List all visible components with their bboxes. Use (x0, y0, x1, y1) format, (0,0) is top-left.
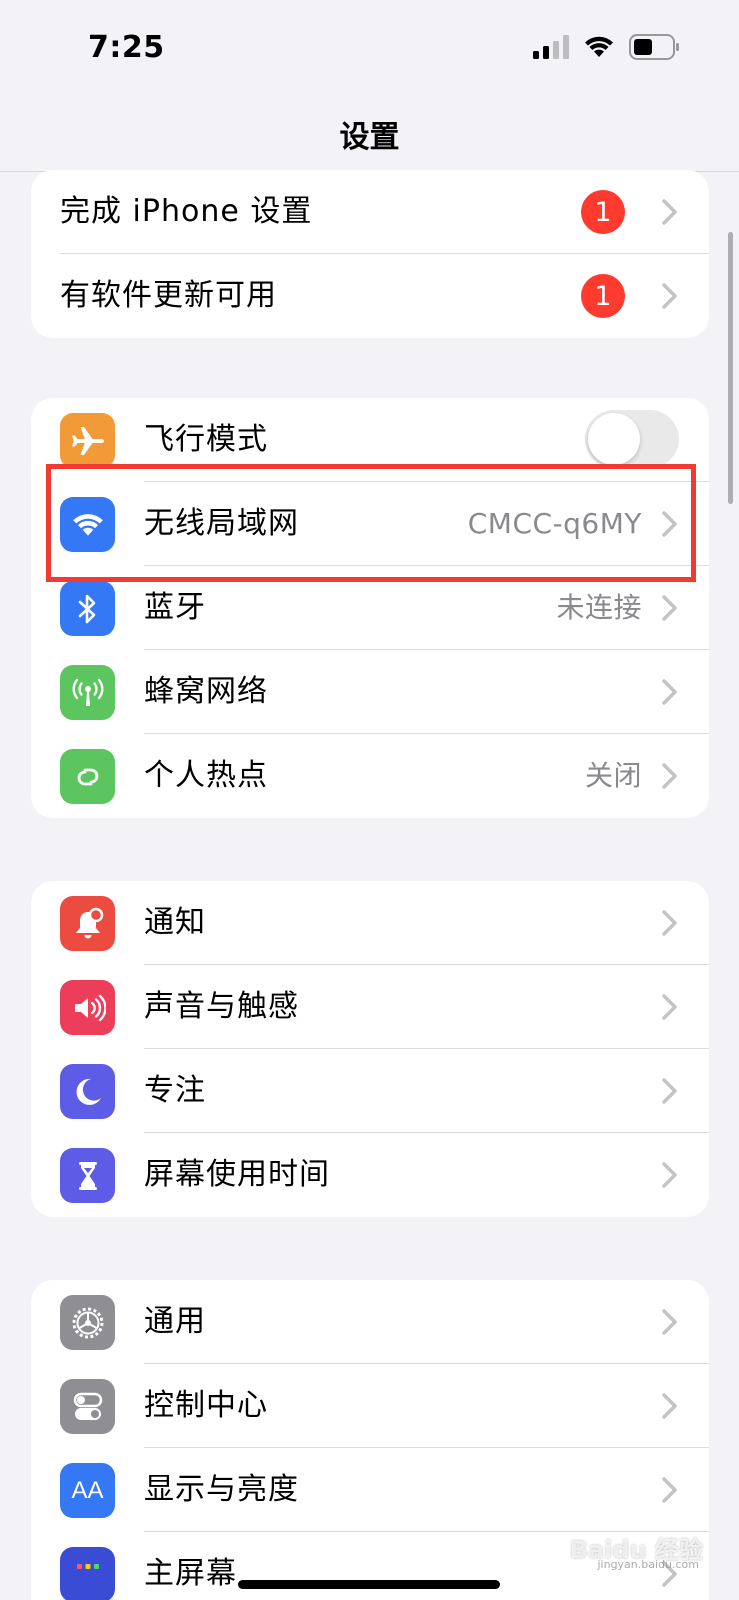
chevron-right-icon (662, 1477, 677, 1503)
row-label: 有软件更新可用 (60, 278, 277, 313)
chevron-right-icon (662, 1309, 677, 1335)
finish-iphone-setup-row[interactable]: 完成 iPhone 设置 1 (31, 170, 709, 254)
chevron-right-icon (662, 595, 677, 621)
home-screen-grid-icon (60, 1547, 115, 1600)
row-label: 主屏幕 (144, 1556, 237, 1591)
sounds-haptics-row[interactable]: 声音与触感 (31, 965, 709, 1049)
bluetooth-row[interactable]: 蓝牙 未连接 (31, 566, 709, 650)
hotspot-status: 关闭 (584, 759, 642, 792)
chevron-right-icon (662, 679, 677, 705)
hotspot-icon (60, 749, 115, 804)
display-brightness-row[interactable]: AA 显示与亮度 (31, 1448, 709, 1532)
chevron-right-icon (662, 910, 677, 936)
hourglass-icon (60, 1148, 115, 1203)
text-size-icon-glyph: AA (71, 1476, 104, 1504)
connectivity-group: 飞行模式 无线局域网 CMCC-q6MY 蓝牙 未连接 蜂窝网络 个人热点 关闭 (31, 398, 709, 818)
airplane-mode-row: 飞行模式 (31, 398, 709, 482)
home-indicator[interactable] (238, 1580, 500, 1589)
airplane-icon (60, 413, 115, 468)
chevron-right-icon (662, 1393, 677, 1419)
setup-group: 完成 iPhone 设置 1 有软件更新可用 1 (31, 170, 709, 338)
wifi-network-name: CMCC-q6MY (467, 507, 642, 540)
software-update-row[interactable]: 有软件更新可用 1 (31, 254, 709, 338)
cellular-signal-icon (533, 35, 569, 59)
airplane-mode-toggle[interactable] (585, 410, 679, 468)
wifi-row[interactable]: 无线局域网 CMCC-q6MY (31, 482, 709, 566)
row-label: 通用 (144, 1304, 206, 1339)
row-label: 无线局域网 (144, 506, 299, 541)
chevron-right-icon (662, 994, 677, 1020)
row-label: 完成 iPhone 设置 (60, 194, 313, 229)
navigation-bar: 设置 (0, 100, 739, 172)
notification-badge: 1 (581, 274, 625, 318)
wifi-icon (60, 497, 115, 552)
control-center-row[interactable]: 控制中心 (31, 1364, 709, 1448)
chevron-right-icon (662, 1078, 677, 1104)
watermark-url: jingyan.baidu.com (597, 1558, 699, 1571)
status-bar: 7:25 (0, 0, 739, 100)
row-label: 声音与触感 (144, 989, 299, 1024)
wifi-icon (585, 36, 613, 57)
chevron-right-icon (662, 1162, 677, 1188)
chevron-right-icon (662, 283, 677, 309)
row-label: 通知 (144, 905, 206, 940)
gear-icon (60, 1295, 115, 1350)
battery-icon (629, 34, 679, 60)
moon-icon (60, 1064, 115, 1119)
switches-icon (60, 1379, 115, 1434)
cellular-row[interactable]: 蜂窝网络 (31, 650, 709, 734)
toggle-knob (588, 413, 640, 465)
page-title: 设置 (339, 120, 400, 155)
row-label: 控制中心 (144, 1388, 268, 1423)
bluetooth-icon (60, 581, 115, 636)
row-label: 飞行模式 (144, 422, 268, 457)
notifications-row[interactable]: 通知 (31, 881, 709, 965)
notification-bell-icon (60, 896, 115, 951)
text-size-icon: AA (60, 1463, 115, 1518)
bluetooth-status: 未连接 (556, 591, 642, 624)
notification-badge: 1 (581, 190, 625, 234)
screen-time-row[interactable]: 屏幕使用时间 (31, 1133, 709, 1217)
row-label: 个人热点 (144, 758, 268, 793)
chevron-right-icon (662, 511, 677, 537)
row-label: 专注 (144, 1073, 206, 1108)
personal-hotspot-row[interactable]: 个人热点 关闭 (31, 734, 709, 818)
status-time: 7:25 (88, 30, 165, 65)
scroll-indicator[interactable] (728, 232, 733, 504)
chevron-right-icon (662, 199, 677, 225)
notifications-group: 通知 声音与触感 专注 屏幕使用时间 (31, 881, 709, 1217)
row-label: 蓝牙 (144, 590, 206, 625)
focus-row[interactable]: 专注 (31, 1049, 709, 1133)
speaker-icon (60, 980, 115, 1035)
row-label: 显示与亮度 (144, 1472, 299, 1507)
chevron-right-icon (662, 763, 677, 789)
general-row[interactable]: 通用 (31, 1280, 709, 1364)
status-icons (533, 34, 681, 60)
row-label: 蜂窝网络 (144, 674, 268, 709)
cellular-antenna-icon (60, 665, 115, 720)
row-label: 屏幕使用时间 (144, 1157, 330, 1192)
